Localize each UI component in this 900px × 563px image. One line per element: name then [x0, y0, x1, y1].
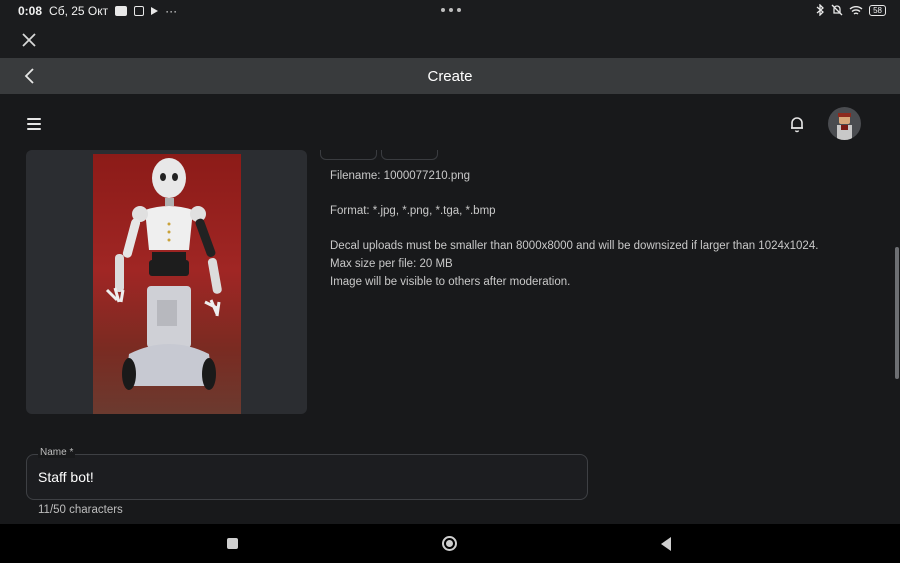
format-text: Format: *.jpg, *.png, *.tga, *.bmp — [330, 205, 496, 217]
status-right: 58 — [816, 4, 886, 16]
close-icon[interactable] — [20, 31, 38, 49]
image-action-chips — [320, 150, 438, 160]
calendar-icon — [134, 6, 145, 16]
battery-indicator: 58 — [869, 4, 886, 16]
bell-icon[interactable] — [789, 115, 805, 133]
app-bar — [0, 94, 900, 154]
status-dots — [441, 8, 461, 12]
uploaded-image — [93, 154, 241, 414]
user-avatar[interactable] — [828, 107, 861, 140]
circle-icon[interactable] — [442, 536, 457, 551]
status-bar: 0:08 Сб, 25 Окт ··· 58 — [0, 0, 900, 22]
upload-info: Filename: 1000077210.png Format: *.jpg, … — [330, 167, 818, 291]
page-title: Create — [427, 67, 473, 85]
page-header: Create — [0, 58, 900, 94]
square-icon[interactable] — [227, 538, 238, 549]
character-count: 11/50 characters — [38, 504, 123, 516]
size-limit-text: Decal uploads must be smaller than 8000x… — [330, 240, 819, 252]
chip[interactable] — [381, 150, 438, 160]
triangle-back-icon[interactable] — [661, 537, 671, 551]
play-icon — [151, 7, 159, 15]
system-nav-bar — [0, 524, 900, 563]
status-date: Сб, 25 Окт — [49, 4, 109, 18]
chevron-left-icon[interactable] — [22, 67, 40, 85]
name-label: Name * — [38, 447, 76, 458]
more-notifications-icon: ··· — [165, 4, 178, 18]
moderation-text: Image will be visible to others after mo… — [330, 276, 571, 288]
chip[interactable] — [320, 150, 377, 160]
bluetooth-icon — [816, 4, 825, 16]
webview-bar — [0, 22, 900, 58]
mute-bell-icon — [831, 4, 843, 16]
status-left: 0:08 Сб, 25 Окт ··· — [18, 4, 177, 18]
scrollbar-thumb[interactable] — [895, 247, 899, 379]
image-preview-card — [26, 150, 307, 414]
hamburger-menu-icon[interactable] — [27, 118, 41, 130]
max-size-text: Max size per file: 20 MB — [330, 258, 453, 270]
filename-text: Filename: 1000077210.png — [330, 170, 471, 182]
name-input[interactable] — [26, 454, 588, 500]
status-time: 0:08 — [18, 4, 43, 18]
youtube-icon — [115, 6, 128, 16]
wifi-icon — [849, 5, 863, 15]
